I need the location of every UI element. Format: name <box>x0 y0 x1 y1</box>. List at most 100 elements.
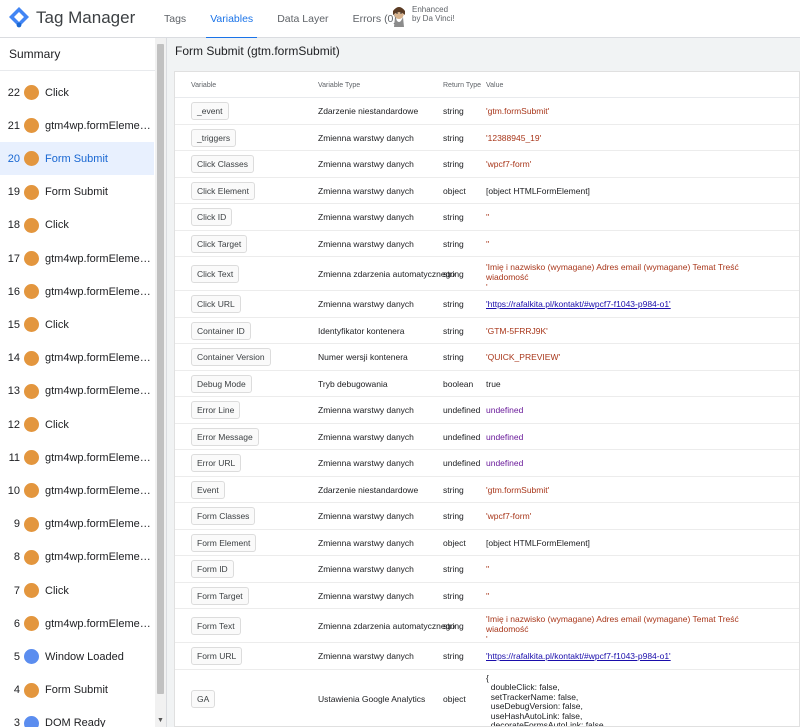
variable-name-chip[interactable]: _triggers <box>191 128 237 147</box>
event-list-item[interactable]: 10 gtm4wp.formElementEnter <box>0 474 154 507</box>
event-list-item[interactable]: 20 Form Submit <box>0 142 154 176</box>
variable-name-chip[interactable]: Form Classes <box>191 507 256 526</box>
event-label: gtm4wp.formElementLeave <box>45 352 153 365</box>
event-list-item[interactable]: 3 DOM Ready <box>0 707 154 727</box>
variable-name-chip[interactable]: Form Text <box>191 617 241 635</box>
tab-variables[interactable]: Variables <box>198 0 265 39</box>
variable-name-chip[interactable]: Container Version <box>191 348 271 367</box>
summary-item[interactable]: Summary <box>0 38 166 71</box>
variable-name-chip[interactable]: Error Line <box>191 401 241 420</box>
event-sidebar: Summary 22 Click 21 gtm4wp.formElementEnter… <box>0 38 167 727</box>
variable-name-chip[interactable]: Form Element <box>191 533 257 552</box>
variable-value: 'wpcf7-form' <box>486 159 532 170</box>
variable-name-chip[interactable]: Click Target <box>191 234 248 253</box>
variable-type: Zmienna zdarzenia automatycznego <box>318 269 456 279</box>
variable-value: true <box>486 378 501 389</box>
variable-name-chip[interactable]: Form URL <box>191 647 243 666</box>
event-label: Click <box>45 86 69 99</box>
da-vinci-portrait-icon <box>393 7 405 27</box>
extension-badge[interactable]: Enhanced by Da Vinci! <box>390 5 458 29</box>
column-header-variable-type: Variable Type <box>318 82 361 89</box>
table-row: GA Ustawienia Google Analytics object { dou… <box>175 670 799 727</box>
event-list-item[interactable]: 16 gtm4wp.formElementEnter <box>0 275 154 308</box>
table-row: Form ID Zmienna warstwy danych string '' <box>175 556 799 583</box>
variable-value: 'GTM-5FRRJ9K' <box>486 325 548 336</box>
variable-name-chip[interactable]: Debug Mode <box>191 374 252 393</box>
sidebar-scrollbar-thumb[interactable] <box>157 44 164 694</box>
return-type: string <box>443 325 464 336</box>
return-type: undefined <box>443 458 481 469</box>
table-row: Form Classes Zmienna warstwy danych string… <box>175 503 799 530</box>
event-list-item[interactable]: 8 gtm4wp.formElementEnter <box>0 541 154 574</box>
variable-value: '' <box>486 564 490 575</box>
tab-data-layer[interactable]: Data Layer <box>265 0 340 38</box>
event-list-item[interactable]: 7 Click <box>0 574 154 607</box>
variable-type: Zmienna zdarzenia automatycznego <box>318 621 456 631</box>
variable-name-chip[interactable]: Form ID <box>191 560 234 579</box>
event-list-item[interactable]: 19 Form Submit <box>0 176 154 209</box>
event-status-dot-icon <box>24 516 39 532</box>
table-row: Click Element Zmienna warstwy danych objec… <box>175 178 799 204</box>
variable-value: '' <box>486 212 490 223</box>
variable-type: Zdarzenie niestandardowe <box>318 106 419 117</box>
event-list-item[interactable]: 11 gtm4wp.formElementLeave <box>0 441 154 474</box>
event-number: 6 <box>13 617 20 630</box>
variable-value: { doubleClick: false, setTrackerName: fa… <box>486 672 607 727</box>
event-list-item[interactable]: 21 gtm4wp.formElementEnter <box>0 109 154 142</box>
event-list-item[interactable]: 12 Click <box>0 408 154 441</box>
variable-value: 'gtm.formSubmit' <box>486 106 550 117</box>
event-label: gtm4wp.formElementLeave <box>45 617 153 630</box>
variable-name-chip[interactable]: GA <box>191 689 216 708</box>
event-number: 12 <box>7 418 20 431</box>
table-row: Click ID Zmienna warstwy danych string '' <box>175 204 799 231</box>
variable-value: '' <box>486 238 490 249</box>
event-list-item[interactable]: 9 gtm4wp.formElementLeave <box>0 508 154 541</box>
variable-name-chip[interactable]: Click Element <box>191 181 255 200</box>
variable-value-link[interactable]: 'https://rafalkita.pl/kontakt/#wpcf7-f10… <box>486 299 776 309</box>
event-number: 4 <box>13 684 20 697</box>
event-status-dot-icon <box>24 151 39 167</box>
column-header-return-type: Return Type <box>443 82 482 89</box>
variable-name-chip[interactable]: _event <box>191 102 229 121</box>
table-row: _triggers Zmienna warstwy danych string '12… <box>175 125 799 151</box>
table-row: Error Message Zmienna warstwy danych undef… <box>175 424 799 450</box>
event-status-dot-icon <box>24 383 39 399</box>
variable-type: Identyfikator kontenera <box>318 325 405 336</box>
variable-name-chip[interactable]: Click ID <box>191 208 233 227</box>
event-status-dot-icon <box>24 118 39 134</box>
return-type: object <box>443 185 466 196</box>
return-type: object <box>443 537 466 548</box>
variable-name-chip[interactable]: Error Message <box>191 427 259 446</box>
event-title: Form Submit (gtm.formSubmit) <box>175 44 340 58</box>
variable-name-chip[interactable]: Click Text <box>191 265 240 283</box>
event-list-item[interactable]: 6 gtm4wp.formElementLeave <box>0 607 154 640</box>
event-number: 17 <box>7 252 20 265</box>
event-list-item[interactable]: 22 Click <box>0 76 154 109</box>
variable-name-chip[interactable]: Container ID <box>191 321 251 340</box>
variable-name-chip[interactable]: Form Target <box>191 586 249 605</box>
variable-value-link[interactable]: 'https://rafalkita.pl/kontakt/#wpcf7-f10… <box>486 651 776 661</box>
event-list-item[interactable]: 15 Click <box>0 308 154 341</box>
event-list-item[interactable]: 17 gtm4wp.formElementLeave <box>0 242 154 275</box>
tab-tags[interactable]: Tags <box>152 0 198 38</box>
variable-name-chip[interactable]: Event <box>191 480 225 499</box>
event-list-item[interactable]: 4 Form Submit <box>0 674 154 707</box>
variable-name-chip[interactable]: Error URL <box>191 454 242 473</box>
return-type: string <box>443 212 464 223</box>
variable-name-chip[interactable]: Click URL <box>191 295 241 314</box>
return-type: string <box>443 352 464 363</box>
tab-bar: Tags Variables Data Layer Errors (0) <box>152 0 409 39</box>
event-label: gtm4wp.formElementEnter <box>45 285 153 298</box>
variable-type: Zmienna warstwy danych <box>318 132 414 143</box>
event-number: 16 <box>7 285 20 298</box>
scroll-down-arrow-icon[interactable]: ▼ <box>155 715 166 727</box>
event-label: gtm4wp.formElementEnter <box>45 551 153 564</box>
variable-name-chip[interactable]: Click Classes <box>191 155 255 174</box>
return-type: boolean <box>443 378 474 389</box>
event-list-item[interactable]: 13 gtm4wp.formElementEnter <box>0 375 154 408</box>
top-bar: Tag Manager Tags Variables Data Layer Er… <box>0 0 800 39</box>
extension-label: Enhanced by Da Vinci! <box>412 5 455 23</box>
event-list-item[interactable]: 14 gtm4wp.formElementLeave <box>0 342 154 375</box>
event-list-item[interactable]: 18 Click <box>0 209 154 242</box>
event-list-item[interactable]: 5 Window Loaded <box>0 640 154 673</box>
